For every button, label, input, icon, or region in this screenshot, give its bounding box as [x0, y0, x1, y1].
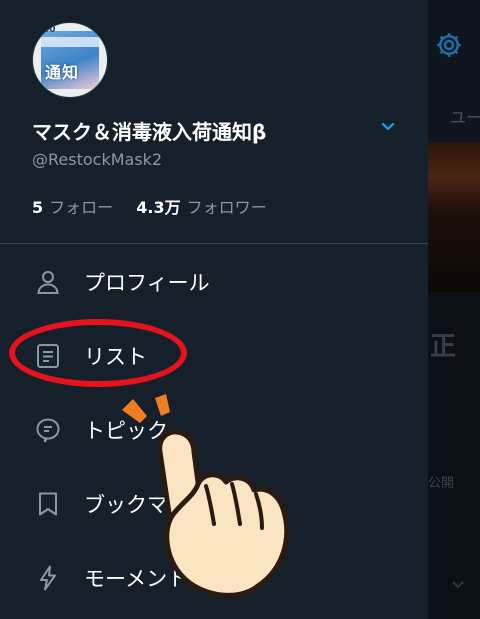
menu-label-profile: プロフィール [84, 271, 210, 295]
avatar-product-strip [41, 37, 99, 47]
bookmark-icon [34, 490, 62, 518]
followers-count: 4.3万 [136, 198, 181, 217]
account-handle: @RestockMask2 [32, 150, 163, 169]
avatar-text: 通知 [45, 63, 80, 82]
topic-bubble-icon [34, 416, 62, 444]
navigation-drawer: 50 通知 マスク＆消毒液入荷通知β @RestockMask2 5 フォロー 4… [0, 0, 428, 619]
followers-link[interactable]: 4.3万 フォロワー [136, 198, 266, 217]
menu-label-moments: モーメント [84, 567, 189, 591]
background-tab[interactable]: ユー [450, 104, 480, 128]
gear-icon[interactable] [434, 30, 464, 60]
chevron-down-icon[interactable] [450, 576, 466, 592]
following-count: 5 [32, 198, 44, 217]
avatar-tag: 50 [43, 25, 56, 35]
screen: ユー 正 公開 50 通知 マスク＆消毒液入荷通知β @RestockMask2… [0, 0, 480, 619]
chevron-down-icon[interactable] [378, 116, 398, 136]
menu-label-topics: トピック [84, 419, 168, 443]
background-banner [428, 142, 480, 212]
background-public-label: 公開 [428, 476, 455, 491]
background-app[interactable]: ユー 正 公開 [428, 0, 480, 619]
person-icon [34, 268, 62, 296]
background-banner-lower [428, 212, 480, 292]
following-label: フォロー [49, 198, 114, 217]
menu-item-bookmarks[interactable]: ブックマ [0, 476, 428, 532]
highlight-oval [9, 319, 187, 387]
background-headline: 正 [430, 332, 457, 362]
following-link[interactable]: 5 フォロー [32, 198, 118, 217]
follow-stats: 5 フォロー 4.3万 フォロワー [32, 194, 267, 218]
lightning-icon [34, 564, 62, 592]
menu-item-moments[interactable]: モーメント [0, 550, 428, 606]
followers-label: フォロワー [186, 198, 267, 217]
menu-item-profile[interactable]: プロフィール [0, 254, 428, 310]
avatar[interactable]: 50 通知 [32, 22, 108, 98]
divider [0, 243, 428, 244]
menu-label-bookmarks: ブックマ [84, 493, 168, 517]
menu-item-topics[interactable]: トピック [0, 402, 428, 458]
account-name[interactable]: マスク＆消毒液入荷通知β [32, 116, 266, 145]
